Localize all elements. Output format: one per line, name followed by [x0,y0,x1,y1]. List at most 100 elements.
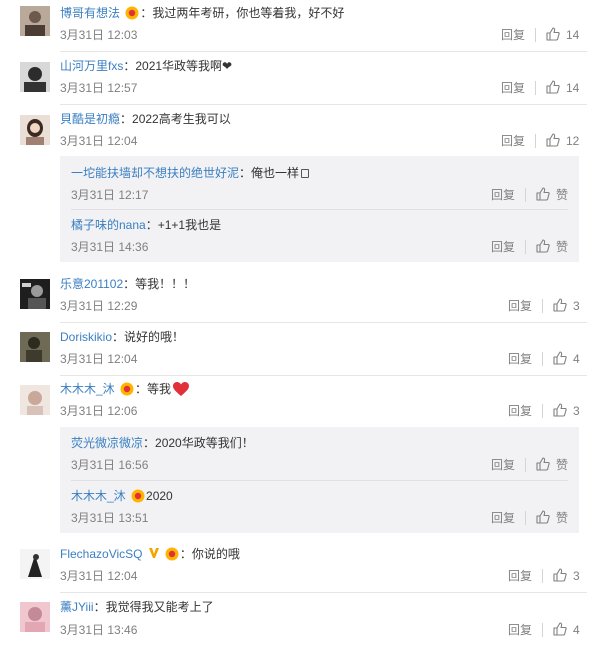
reply-button[interactable]: 回复 [491,187,515,203]
reply-button[interactable]: 回复 [508,298,532,314]
reply-button[interactable]: 回复 [491,510,515,526]
reply-text: 俺也一样 [251,166,300,180]
like-button[interactable]: 3 [553,568,580,584]
like-button[interactable]: 赞 [536,457,568,473]
comment-line: 乐意201102：等我！！！ [60,277,196,291]
like-label: 赞 [556,240,569,254]
reply-button[interactable]: 回复 [508,622,532,638]
divider [542,299,543,313]
timestamp: 3月31日 13:51 [71,511,149,525]
timestamp: 3月31日 12:04 [60,352,138,366]
thumbs-up-icon [553,568,567,582]
avatar[interactable] [20,6,50,36]
thumbs-up-icon [536,510,550,524]
username-link[interactable]: 乐意201102 [60,277,123,291]
avatar[interactable] [20,115,50,145]
comment-line: 木木木_沐 ：等我 [60,381,190,401]
timestamp: 3月31日 12:04 [60,134,138,148]
timestamp: 3月31日 12:04 [60,569,138,583]
username-link[interactable]: 博哥有想法 [60,6,120,20]
reply-button[interactable]: 回复 [491,239,515,255]
reply-button[interactable]: 回复 [491,457,515,473]
avatar[interactable] [20,385,50,415]
username-link[interactable]: Doriskikio [60,330,112,344]
like-button[interactable]: 14 [546,27,579,43]
comment-divider [60,51,587,52]
member-badge-icon [165,547,179,565]
username-link[interactable]: 橘子味的nana [71,218,146,232]
divider [525,458,526,472]
member-badge-icon [131,489,145,507]
avatar[interactable] [20,62,50,92]
comment-divider [60,322,587,323]
like-button[interactable]: 赞 [536,239,568,255]
username-link[interactable]: 木木木_沐 [60,382,115,396]
reply-divider [71,209,568,210]
avatar[interactable] [20,602,50,632]
like-count: 12 [566,134,580,148]
avatar[interactable] [20,279,50,309]
like-button[interactable]: 12 [546,133,579,149]
thumbs-up-icon [536,239,550,253]
like-button[interactable]: 3 [553,298,580,314]
reply-button[interactable]: 回复 [501,27,525,43]
reply-text: 2020 [146,489,173,503]
reply-line: 木木木_沐 2020 [71,488,173,507]
comment-text: 等我！！！ [135,277,196,291]
reply-button[interactable]: 回复 [508,568,532,584]
like-button[interactable]: 4 [553,622,580,638]
timestamp: 3月31日 12:03 [60,28,138,42]
like-button[interactable]: 赞 [536,187,568,203]
like-button[interactable]: 4 [553,351,580,367]
thumbs-up-icon [553,403,567,417]
verified-v-icon [148,547,160,563]
avatar[interactable] [20,549,50,579]
timestamp: 3月31日 14:36 [71,240,149,254]
username-link[interactable]: 木木木_沐 [71,489,126,503]
comment-text: 2022高考生我可以 [132,112,231,126]
reply-button[interactable]: 回复 [501,80,525,96]
username-link[interactable]: 薰JYiii [60,600,94,614]
comment-text: 我过两年考研，你也等着我，好不好 [152,6,345,20]
thumbs-up-icon [546,27,560,41]
like-count: 3 [573,404,580,418]
username-link[interactable]: 貝酷是初瘾 [60,112,120,126]
timestamp: 3月31日 16:56 [71,458,149,472]
like-count: 3 [573,299,580,313]
username-link[interactable]: 一坨能扶墙却不想扶的绝世好泥 [71,166,239,180]
username-link[interactable]: 荧光微凉微凉 [71,436,143,450]
username-link[interactable]: 山河万里fxs [60,59,123,73]
divider [542,623,543,637]
comment-divider [60,104,587,105]
reply-button[interactable]: 回复 [508,403,532,419]
comment-text: 我觉得我又能考上了 [105,600,214,614]
comment-divider [60,592,587,593]
comment-feed: 博哥有想法 ：我过两年考研，你也等着我，好不好 3月31日 12:03 回复 1… [0,0,601,645]
username-link[interactable]: FlechazoVicSQ [60,547,142,561]
avatar[interactable] [20,332,50,362]
reply-button[interactable]: 回复 [508,351,532,367]
like-label: 赞 [556,188,569,202]
thumbs-up-icon [546,80,560,94]
comment-line: 薰JYiii：我觉得我又能考上了 [60,600,214,614]
reply-line: 荧光微凉微凉：2020华政等我们！ [71,436,254,450]
divider [535,134,536,148]
like-button[interactable]: 14 [546,80,579,96]
comment-text: 说好的哦！ [124,330,185,344]
divider [542,404,543,418]
like-button[interactable]: 3 [553,403,580,419]
thumbs-up-icon [536,457,550,471]
timestamp: 3月31日 13:46 [60,623,138,637]
like-button[interactable]: 赞 [536,510,568,526]
thumbs-up-icon [553,622,567,636]
reply-text: +1+1我也是 [157,218,222,232]
reply-button[interactable]: 回复 [501,133,525,149]
thumbs-up-icon [546,133,560,147]
thumbs-up-icon [553,351,567,365]
heart-icon [172,381,190,401]
reply-divider [71,480,568,481]
comment-line: FlechazoVicSQ ：你说的哦 [60,546,240,565]
comment-text: 等我 [147,382,172,396]
member-badge-icon [125,6,139,24]
divider [542,352,543,366]
